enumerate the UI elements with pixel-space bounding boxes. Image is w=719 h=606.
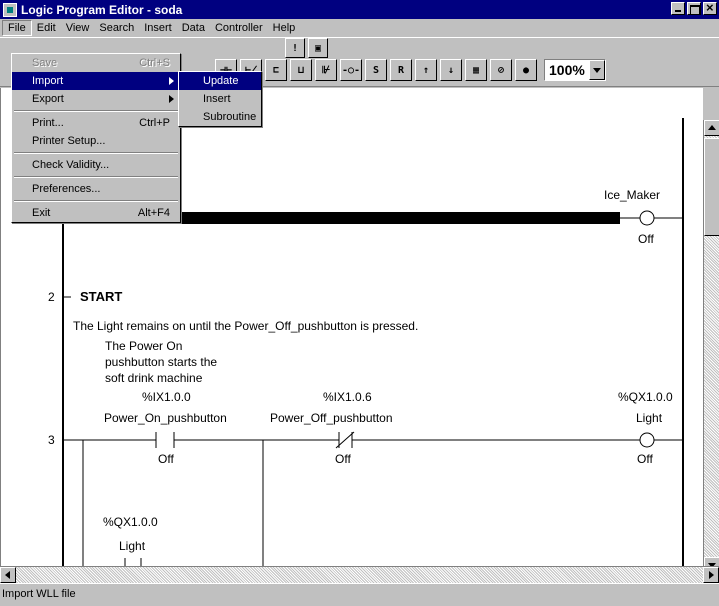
chevron-down-icon[interactable] (588, 60, 605, 80)
app-icon[interactable] (3, 2, 17, 17)
import-submenu: Update Insert Subroutine (178, 71, 262, 127)
close-button[interactable] (703, 0, 717, 15)
rung3-note-line1[interactable]: The Power On (105, 339, 182, 353)
menu-item-preferences-label: Preferences... (32, 183, 101, 195)
menu-item-exit[interactable]: Exit Alt+F4 (12, 204, 180, 222)
function-block-tool-icon[interactable]: ▦ (465, 59, 487, 81)
rung3-coil-state: Off (637, 452, 653, 466)
menu-item-exit-shortcut: Alt+F4 (137, 207, 170, 219)
menu-item-printer-setup-label: Printer Setup... (32, 135, 106, 147)
menu-item-print[interactable]: Print... Ctrl+P (12, 114, 180, 132)
rung1-coil-state: Off (638, 232, 654, 246)
submenu-arrow-icon (169, 77, 174, 85)
rung3-coil-icon (639, 432, 655, 448)
menu-item-print-label: Print... (32, 117, 64, 129)
vertical-scroll-thumb[interactable] (704, 138, 719, 236)
window-title: Logic Program Editor - soda (21, 2, 183, 17)
reset-coil-tool-icon[interactable]: R (390, 59, 412, 81)
menu-search[interactable]: Search (94, 21, 139, 35)
rung3-note-line3[interactable]: soft drink machine (105, 371, 202, 385)
vertical-scrollbar[interactable] (703, 120, 719, 573)
maximize-button[interactable] (687, 2, 701, 15)
rung2-title[interactable]: START (80, 289, 122, 304)
status-bar: Import WLL file (0, 583, 719, 606)
properties-tool-icon[interactable]: ● (515, 59, 537, 81)
menu-item-preferences[interactable]: Preferences... (12, 180, 180, 198)
menu-item-save-label: Save (32, 57, 58, 69)
monitor-tool-icon[interactable]: ▣ (308, 38, 328, 58)
rung1-coil-icon (639, 210, 655, 226)
status-text: Import WLL file (2, 588, 76, 600)
set-coil-tool-icon[interactable]: S (365, 59, 387, 81)
menu-data[interactable]: Data (177, 21, 210, 35)
menu-item-save[interactable]: Save Ctrl+S (12, 54, 180, 72)
rung3-note-line2[interactable]: pushbutton starts the (105, 355, 217, 369)
rung3-coil-address: %QX1.0.0 (618, 390, 673, 404)
menu-bar: File Edit View Search Insert Data Contro… (0, 19, 719, 37)
contact2-state: Off (335, 452, 351, 466)
contact2-name[interactable]: Power_Off_pushbutton (270, 411, 393, 425)
menu-item-check-validity[interactable]: Check Validity... (12, 156, 180, 174)
branch-address: %QX1.0.0 (103, 515, 158, 529)
exclamation-tool-icon[interactable]: ! (285, 38, 305, 58)
disable-tool-icon[interactable]: ⊘ (490, 59, 512, 81)
menu-item-export-label: Export (32, 93, 64, 105)
branch-name[interactable]: Light (119, 539, 145, 553)
horizontal-scrollbar[interactable] (0, 566, 719, 583)
submenu-item-update[interactable]: Update (179, 72, 261, 90)
rung3-coil-name[interactable]: Light (636, 411, 662, 425)
branch-tool-icon[interactable]: ⊏ (265, 59, 287, 81)
zoom-value: 100% (549, 62, 585, 78)
rung-tool-icon[interactable]: ⊔ (290, 59, 312, 81)
menu-item-import-label: Import (32, 75, 64, 87)
menu-item-import[interactable]: Import (12, 72, 180, 90)
title-bar: Logic Program Editor - soda (0, 0, 719, 19)
contact1-state: Off (158, 452, 174, 466)
rung1-coil-name[interactable]: Ice_Maker (604, 188, 660, 202)
scroll-left-icon[interactable] (0, 567, 16, 583)
menu-file[interactable]: File (2, 20, 32, 36)
scroll-up-icon[interactable] (704, 120, 719, 136)
menu-controller[interactable]: Controller (210, 21, 268, 35)
rung3-number: 3 (48, 433, 55, 447)
menu-item-print-shortcut: Ctrl+P (139, 117, 170, 129)
counter-up-tool-icon[interactable]: ↑ (415, 59, 437, 81)
menu-help[interactable]: Help (268, 21, 301, 35)
menu-view[interactable]: View (61, 21, 95, 35)
submenu-item-insert[interactable]: Insert (179, 90, 261, 108)
coil-tool-icon[interactable]: -○- (340, 59, 362, 81)
zoom-combo[interactable]: 100% (544, 59, 606, 81)
menu-item-printer-setup[interactable]: Printer Setup... (12, 132, 180, 150)
menu-item-exit-label: Exit (32, 207, 51, 219)
submenu-item-subroutine[interactable]: Subroutine (179, 108, 261, 126)
contact2-address: %IX1.0.6 (323, 390, 372, 404)
counter-down-tool-icon[interactable]: ↓ (440, 59, 462, 81)
menu-item-check-validity-label: Check Validity... (32, 159, 110, 171)
menu-edit[interactable]: Edit (32, 21, 61, 35)
minimize-button[interactable] (671, 2, 685, 15)
scroll-right-icon[interactable] (703, 567, 719, 583)
rung2-number: 2 (48, 290, 55, 304)
file-menu-dropdown: Save Ctrl+S Import Export Print... Ctrl+… (11, 53, 181, 223)
submenu-arrow-icon (169, 95, 174, 103)
menu-item-export[interactable]: Export (12, 90, 180, 108)
menu-item-save-shortcut: Ctrl+S (139, 57, 170, 69)
menu-insert[interactable]: Insert (139, 21, 177, 35)
rung2-comment[interactable]: The Light remains on until the Power_Off… (73, 319, 418, 333)
contact1-address: %IX1.0.0 (142, 390, 191, 404)
contact1-name[interactable]: Power_On_pushbutton (104, 411, 227, 425)
negated-contact-tool-icon[interactable]: ⊮ (315, 59, 337, 81)
